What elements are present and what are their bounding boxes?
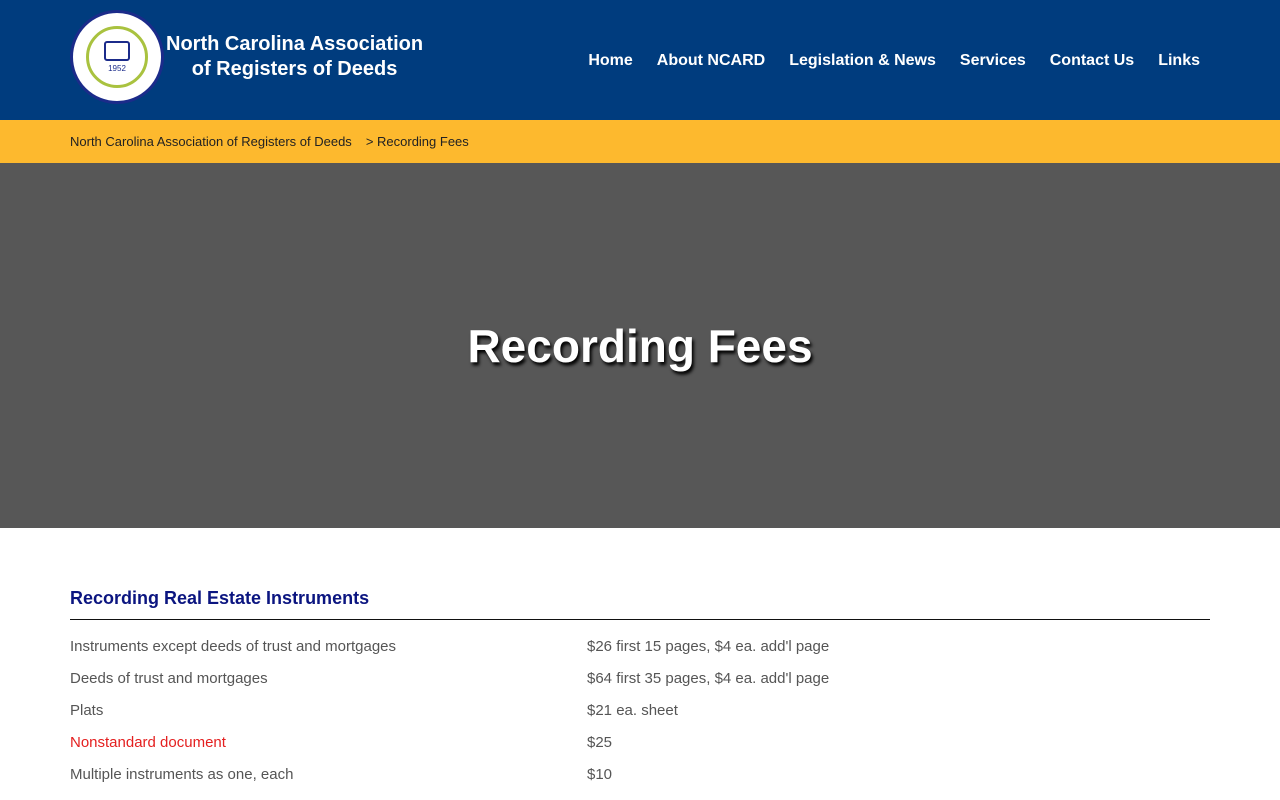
fee-label: Multiple instruments as one, each <box>70 765 294 783</box>
fees-section: Recording Real Estate Instruments Instru… <box>0 528 1280 790</box>
breadcrumb-home[interactable]: North Carolina Association of Registers … <box>70 134 352 149</box>
fee-row: Multiple instruments as one, each $10 <box>70 758 1210 790</box>
breadcrumb: North Carolina Association of Registers … <box>0 120 1280 163</box>
fee-label: Plats <box>70 701 104 719</box>
section-title: Recording Real Estate Instruments <box>70 588 1210 620</box>
fee-row: Nonstandard document $25 <box>70 726 1210 758</box>
fee-value: $21 ea. sheet <box>587 701 678 719</box>
nav-about[interactable]: About NCARD <box>657 52 765 70</box>
fee-label-link[interactable]: Nonstandard document <box>70 734 587 751</box>
page-title: Recording Fees <box>467 319 813 372</box>
hero-banner: Recording Fees <box>0 163 1280 528</box>
fee-label: Deeds of trust and mortgages <box>70 669 268 687</box>
fee-row: Instruments except deeds of trust and mo… <box>70 630 1210 662</box>
fee-row: Deeds of trust and mortgages $64 first 35… <box>70 662 1210 694</box>
fee-value: $64 first 35 pages, $4 ea. add'l page <box>587 669 830 687</box>
scroll-icon <box>104 41 130 61</box>
site-logo[interactable]: 1952 North Carolina Association of Regis… <box>70 10 423 104</box>
fee-label: Instruments except deeds of trust and mo… <box>70 637 397 655</box>
nav-contact[interactable]: Contact Us <box>1050 52 1134 70</box>
fee-value: $25 <box>587 733 613 751</box>
breadcrumb-current: > Recording Fees <box>365 134 469 149</box>
fee-row: Plats $21 ea. sheet <box>70 694 1210 726</box>
seal-year: 1952 <box>108 64 126 73</box>
nav-legislation-news[interactable]: Legislation & News <box>789 52 936 70</box>
fee-value: $10 <box>587 765 613 783</box>
nav-services[interactable]: Services <box>960 52 1026 70</box>
nav-links[interactable]: Links <box>1158 52 1200 70</box>
logo-text-line2: of Registers of Deeds <box>191 58 398 80</box>
main-nav: Home About NCARD Legislation & News Serv… <box>588 52 1200 70</box>
logo-text-line1: North Carolina Association <box>166 33 424 55</box>
nav-home[interactable]: Home <box>588 52 632 70</box>
seal-logo: 1952 <box>70 10 164 104</box>
fee-value: $26 first 15 pages, $4 ea. add'l page <box>587 637 830 655</box>
site-header: 1952 North Carolina Association of Regis… <box>0 0 1280 120</box>
